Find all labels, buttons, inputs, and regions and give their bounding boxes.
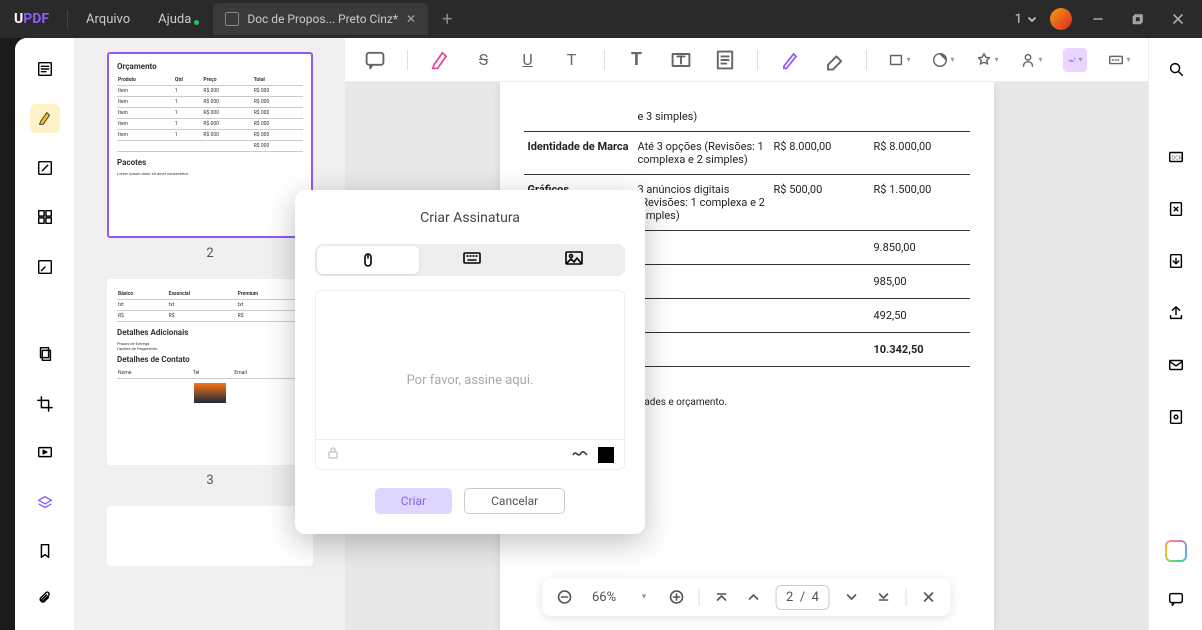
compress-icon[interactable] [1161,194,1191,224]
underline-icon[interactable]: U [516,48,540,72]
first-page-button[interactable] [711,590,731,604]
signature-canvas[interactable]: Por favor, assine aqui. [315,290,625,470]
more-tools-icon[interactable]: ▾ [1107,48,1131,72]
thumb-label-2: 2 [107,246,313,261]
layers-button[interactable] [30,488,60,518]
minimize-button[interactable] [1084,5,1112,33]
share-icon[interactable] [1161,298,1191,328]
form-button[interactable] [30,252,60,282]
ai-icon[interactable] [1161,536,1191,566]
thumbnail-page-2[interactable]: Orçamento ProdutoQtdPreçoTotal Item1R$ 0… [107,52,313,238]
window-count[interactable]: 1 [1015,12,1038,27]
flatten-icon[interactable] [1161,246,1191,276]
stamp-icon[interactable]: ▾ [975,48,999,72]
chat-icon[interactable] [1161,584,1191,614]
right-toolbar: OCR [1148,38,1202,630]
pages-button[interactable] [30,203,60,233]
crop-button[interactable] [30,389,60,419]
highlight-button[interactable] [30,104,60,134]
thumbnail-page-3[interactable]: BásicoEssencialPremium txttxttxt R$R$R$ … [107,279,313,465]
document-tab[interactable]: Doc de Propos... Preto Cinz* ✕ [213,3,428,35]
format-toolbar: S U T T ▾ ▾ ▾ ▾ ▾ ▾ [345,38,1148,82]
prev-page-button[interactable] [743,590,763,604]
cancel-button[interactable]: Cancelar [464,488,565,514]
create-signature-modal: Criar Assinatura Por favor, assine aqui.… [295,190,645,534]
close-tab-icon[interactable]: ✕ [406,12,416,26]
zoom-dropdown[interactable]: ▾ [634,592,654,602]
svg-text:OCR: OCR [1171,156,1182,162]
user-avatar[interactable] [1050,8,1072,30]
signature-placeholder: Por favor, assine aqui. [407,373,534,388]
attachment-button[interactable] [30,584,60,614]
maximize-button[interactable] [1124,5,1152,33]
stroke-icon[interactable] [572,447,588,462]
strikethrough-icon[interactable]: S [472,48,496,72]
image-mode-button[interactable] [523,244,625,272]
rectangle-icon[interactable]: ▾ [887,48,911,72]
sign-icon[interactable]: ▾ [1019,48,1043,72]
tab-title: Doc de Propos... Preto Cinz* [247,12,398,26]
next-page-button[interactable] [842,590,862,604]
note-icon[interactable] [713,48,737,72]
color-picker[interactable] [598,447,614,463]
zoom-value: 66% [586,590,622,605]
textbox-icon[interactable] [669,48,693,72]
sticker-icon[interactable]: ▾ [931,48,955,72]
mouse-mode-button[interactable] [317,246,419,274]
slideshow-button[interactable] [30,438,60,468]
close-window-button[interactable] [1164,5,1192,33]
zoom-out-button[interactable] [554,589,574,605]
add-tab-button[interactable]: + [442,9,452,30]
thumb-label-3: 3 [107,473,313,488]
comment-icon[interactable] [363,48,387,72]
email-icon[interactable] [1161,350,1191,380]
page-indicator[interactable]: 2 / 4 [775,585,830,610]
app-logo: UPDF [0,11,63,27]
ocr-icon[interactable]: OCR [1161,142,1191,172]
last-page-button[interactable] [874,590,894,604]
doc-icon [225,12,239,26]
bookmark-button[interactable] [30,536,60,566]
squiggly-icon[interactable]: T [560,48,584,72]
signature-mode-segment [315,244,625,276]
close-bar-button[interactable] [919,591,939,603]
zoom-in-button[interactable] [666,589,686,605]
modal-title: Criar Assinatura [315,210,625,226]
menu-file[interactable]: Arquivo [72,12,144,27]
export-icon[interactable] [1161,402,1191,432]
titlebar: UPDF Arquivo Ajuda Doc de Propos... Pret… [0,0,1202,38]
reader-mode-button[interactable] [30,54,60,84]
zoom-nav-bar: 66% ▾ 2 / 4 [542,578,951,616]
text-icon[interactable]: T [625,48,649,72]
left-toolbar [15,38,75,630]
copy-button[interactable] [30,339,60,369]
keyboard-mode-button[interactable] [421,244,523,272]
thumbnail-page-4[interactable] [107,506,313,566]
menu-help[interactable]: Ajuda [144,12,205,27]
eraser-icon[interactable] [822,48,846,72]
create-button[interactable]: Criar [375,488,452,514]
edit-button[interactable] [30,153,60,183]
signature-icon[interactable]: ▾ [1063,48,1087,72]
highlighter-icon[interactable] [428,48,452,72]
pencil-icon[interactable] [778,48,802,72]
lock-icon[interactable] [326,446,340,464]
search-icon[interactable] [1161,54,1191,84]
